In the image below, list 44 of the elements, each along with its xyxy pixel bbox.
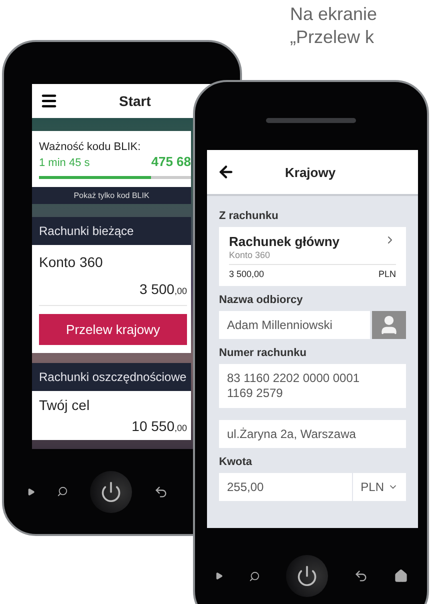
- power-button[interactable]: [90, 470, 132, 512]
- field-label: Numer rachunku: [219, 347, 308, 360]
- field-label: Z rachunku: [219, 210, 280, 222]
- play-icon[interactable]: [26, 488, 34, 496]
- field-label: Nazwa odbiorcy: [219, 294, 304, 306]
- input-field[interactable]: 83 1160 2202 0000 0001 1169 2579: [219, 364, 406, 408]
- account-selector[interactable]: Rachunek główny Konto 360 3 500,00 PLN: [219, 227, 406, 286]
- screen-title: Start: [119, 93, 151, 109]
- account-name: Twój cel: [39, 397, 91, 414]
- search-icon[interactable]: [248, 570, 260, 582]
- back-icon[interactable]: [354, 569, 368, 583]
- account-balance: 10 550,00: [132, 418, 187, 434]
- currency-dropdown[interactable]: PLN: [352, 473, 406, 502]
- blik-label: Ważność kodu BLIK:: [39, 141, 142, 154]
- account-name: Rachunek główny: [229, 234, 340, 250]
- screen-title: Krajowy: [285, 164, 336, 180]
- section-header: Rachunki oszczędnościowe: [32, 363, 191, 392]
- account-type: Konto 360: [229, 250, 272, 260]
- power-button[interactable]: [286, 555, 328, 597]
- account-balance: 3 500,00: [139, 281, 187, 298]
- input-field[interactable]: ul.Żaryna 2a, Warszawa: [219, 420, 406, 448]
- caption-text: „Przelew k: [290, 26, 376, 49]
- search-icon[interactable]: [56, 486, 68, 497]
- transfer-button[interactable]: Przelew krajowy: [39, 314, 187, 346]
- back-icon[interactable]: [154, 484, 168, 498]
- blik-code: 475 68: [151, 154, 191, 170]
- input-field[interactable]: 255,00: [219, 473, 352, 502]
- blik-timer: 1 min 45 s: [39, 157, 90, 170]
- account-card[interactable]: Twój cel 10 550,00: [32, 391, 191, 440]
- input-field[interactable]: Adam Millenniowski: [219, 311, 370, 340]
- power-icon: [296, 565, 318, 587]
- account-name: Konto 360: [39, 254, 104, 272]
- field-label: Kwota: [219, 456, 253, 468]
- home-icon[interactable]: [394, 569, 408, 583]
- section-header: Rachunki bieżące: [32, 217, 191, 246]
- menu-icon[interactable]: [40, 92, 58, 110]
- show-code-button[interactable]: Pokaż tylko kod BLIK: [32, 187, 191, 204]
- account-card[interactable]: Konto 360 3 500,00 Przelew krajowy: [32, 245, 191, 354]
- currency-text: PLN: [378, 269, 396, 280]
- account-balance: 3 500,00: [229, 269, 264, 280]
- power-icon: [100, 480, 122, 502]
- play-icon[interactable]: [214, 572, 222, 580]
- caption-text: Na ekranie: [290, 3, 378, 26]
- contacts-button[interactable]: [372, 311, 406, 340]
